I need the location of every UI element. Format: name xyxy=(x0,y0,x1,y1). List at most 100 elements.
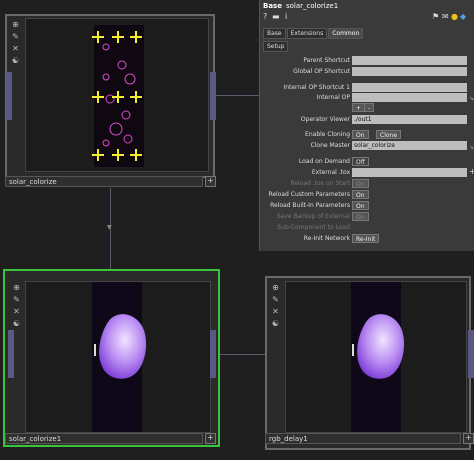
close-icon[interactable]: ✕ xyxy=(271,307,280,316)
node-icon-column: ⊕ ✎ ✕ ☯ xyxy=(12,283,21,328)
external-tox-add-icon[interactable]: + xyxy=(469,167,474,176)
load-on-demand-toggle[interactable]: Off xyxy=(352,157,369,166)
particle-preview xyxy=(92,25,144,167)
param-row-sub-component: Sub-Component to Load xyxy=(260,223,474,233)
param-row-external-tox: External .tox xyxy=(260,168,474,178)
node-name-label[interactable]: solar_colorize xyxy=(5,176,203,187)
param-label: Load on Demand xyxy=(298,158,350,165)
bypass-icon[interactable]: ☯ xyxy=(12,319,21,328)
node-name-label[interactable]: solar_colorize1 xyxy=(5,433,203,444)
param-row-global-op-shortcut: Global OP Shortcut xyxy=(260,67,474,77)
parameter-panel: Base solar_colorize1 ? ▬ i ⚑ ✉ ● ◆ Base E… xyxy=(259,0,474,251)
param-row-reinit-network: Re-Init Network Re-Init xyxy=(260,234,474,244)
clone-master-expand-icon[interactable]: ↘ xyxy=(469,144,474,151)
node-rgb-delay1[interactable]: ⊕ ✎ ✕ ☯ rgb_delay1 + xyxy=(260,272,474,450)
node-name-label[interactable]: rgb_delay1 xyxy=(265,433,461,444)
color-icon[interactable]: ● xyxy=(451,12,458,21)
param-row-internal-op-shortcut: Internal OP Shortcut 1 xyxy=(260,83,474,93)
param-label: Internal OP xyxy=(316,94,350,101)
node-icon-column: ⊕ ✎ ✕ ☯ xyxy=(11,20,20,65)
clone-master-field[interactable]: solar_colorize xyxy=(352,141,467,150)
bypass-icon[interactable]: ☯ xyxy=(271,319,280,328)
field-expand-icon[interactable]: ↘ xyxy=(469,95,474,102)
node-icon-column: ⊕ ✎ ✕ ☯ xyxy=(271,283,280,328)
internal-op-field[interactable] xyxy=(352,93,467,102)
output-connector[interactable] xyxy=(210,72,216,120)
panel-title: Base solar_colorize1 xyxy=(263,2,338,10)
flag-icon[interactable]: ⚑ xyxy=(432,12,439,21)
input-connector[interactable] xyxy=(6,72,12,120)
param-label: Operator Viewer xyxy=(300,116,350,123)
help-icon[interactable]: ? xyxy=(263,12,267,21)
param-label: Global OP Shortcut xyxy=(293,68,350,75)
reload-custom-toggle[interactable]: On xyxy=(352,190,369,199)
edit-icon[interactable]: ✎ xyxy=(12,295,21,304)
param-label: Enable Cloning xyxy=(305,131,350,138)
param-label: Reload .tox on Start xyxy=(290,180,350,187)
remove-sequence-button[interactable]: - xyxy=(364,103,375,112)
blob-preview xyxy=(351,282,405,432)
wire-arrow: ▼ xyxy=(107,224,112,231)
node-solar-colorize[interactable]: ⊕ ✎ ✕ ☯ solar_colorize + xyxy=(0,0,216,190)
info-icon[interactable]: i xyxy=(285,12,287,21)
enable-cloning-toggle[interactable]: On xyxy=(352,130,369,139)
subtab-setup[interactable]: Setup xyxy=(263,41,289,52)
internal-op-shortcut-field[interactable] xyxy=(352,83,467,92)
comment-icon[interactable]: ✉ xyxy=(442,12,449,21)
node-add-button[interactable]: + xyxy=(205,433,216,444)
toolbar-icon[interactable]: ▬ xyxy=(272,12,280,21)
viewer-icon[interactable]: ⊕ xyxy=(12,283,21,292)
external-tox-field[interactable] xyxy=(352,168,467,177)
bypass-icon[interactable]: ☯ xyxy=(11,56,20,65)
viewer-icon[interactable]: ⊕ xyxy=(271,283,280,292)
param-label: Sub-Component to Load xyxy=(277,224,350,231)
param-row-clone-master: Clone Master solar_colorize xyxy=(260,141,474,151)
param-label: Save Backup of External xyxy=(276,213,350,220)
node-viewer xyxy=(285,281,467,433)
param-row-reload-tox: Reload .tox on Start On xyxy=(260,179,474,189)
param-label: Parent Shortcut xyxy=(303,57,350,64)
param-row-reload-builtin: Reload Built-In Parameters On xyxy=(260,201,474,211)
node-add-button[interactable]: + xyxy=(463,433,474,444)
param-label: Internal OP Shortcut 1 xyxy=(283,84,350,91)
param-row-reload-custom: Reload Custom Parameters On xyxy=(260,190,474,200)
output-connector[interactable] xyxy=(210,330,216,378)
global-op-shortcut-field[interactable] xyxy=(352,67,467,76)
param-row-parent-shortcut: Parent Shortcut xyxy=(260,56,474,66)
close-icon[interactable]: ✕ xyxy=(12,307,21,316)
reload-builtin-toggle[interactable]: On xyxy=(352,201,369,210)
close-icon[interactable]: ✕ xyxy=(11,44,20,53)
edit-icon[interactable]: ✎ xyxy=(271,295,280,304)
reload-tox-toggle[interactable]: On xyxy=(352,179,369,188)
input-connector[interactable] xyxy=(8,330,14,378)
blob-preview xyxy=(92,282,147,432)
edit-icon[interactable]: ✎ xyxy=(11,32,20,41)
node-viewer xyxy=(25,281,211,433)
python-icon[interactable]: ◆ xyxy=(460,12,466,21)
tab-common[interactable]: Common xyxy=(328,28,364,39)
param-label: Re-Init Network xyxy=(303,235,350,242)
param-label: Reload Custom Parameters xyxy=(268,191,350,198)
node-solar-colorize1[interactable]: ⊕ ✎ ✕ ☯ solar_colorize1 + xyxy=(0,268,220,448)
node-add-button[interactable]: + xyxy=(205,176,216,187)
operator-viewer-field[interactable]: ./out1 xyxy=(352,115,467,124)
param-label: Reload Built-In Parameters xyxy=(270,202,350,209)
output-connector[interactable] xyxy=(468,330,474,378)
param-label: External .tox xyxy=(311,169,350,176)
param-row-enable-cloning: Enable Cloning On Clone xyxy=(260,130,474,140)
save-backup-toggle[interactable]: On xyxy=(352,212,369,221)
param-row-save-backup: Save Backup of External On xyxy=(260,212,474,222)
op-name[interactable]: solar_colorize1 xyxy=(286,2,338,10)
node-viewer xyxy=(25,18,209,172)
tab-extensions[interactable]: Extensions xyxy=(286,28,328,39)
clone-button[interactable]: Clone xyxy=(376,130,402,139)
parameter-tabs: Base Extensions Common xyxy=(263,28,364,39)
tab-base[interactable]: Base xyxy=(263,28,286,39)
reinit-button[interactable]: Re-Init xyxy=(352,234,380,243)
param-row-internal-op: Internal OP xyxy=(260,93,474,103)
viewer-icon[interactable]: ⊕ xyxy=(11,20,20,29)
op-type-label: Base xyxy=(263,2,282,10)
parent-shortcut-field[interactable] xyxy=(352,56,467,65)
param-label: Clone Master xyxy=(310,142,350,149)
param-row-sequence-buttons: + - xyxy=(260,103,474,113)
